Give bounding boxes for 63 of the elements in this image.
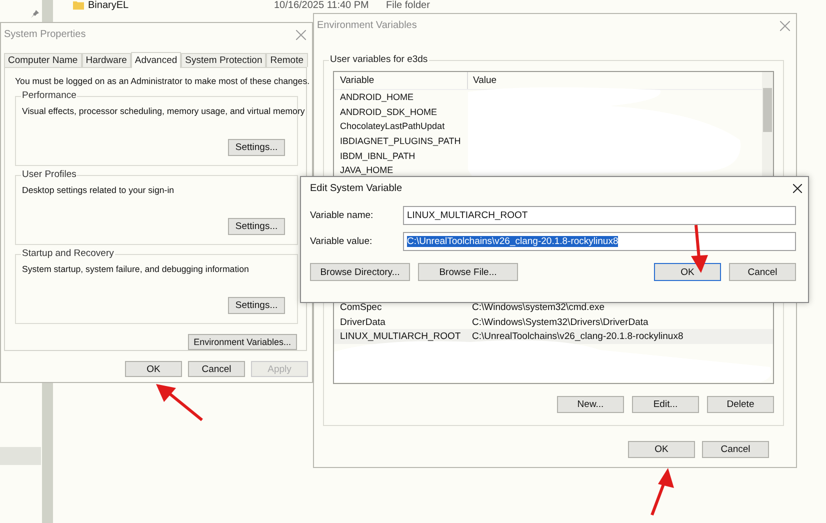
field-label: Variable value: [310,236,374,247]
tab[interactable]: Advanced [130,52,182,68]
settings-button[interactable]: Settings... [228,296,285,314]
field-value: LINUX_MULTIARCH_ROOT [407,210,528,221]
window-title: Environment Variables [317,20,417,31]
browse-button[interactable]: Browse File... [418,263,518,281]
dialog-button[interactable]: Cancel [702,441,769,458]
variable-value: C:\Windows\System32\Drivers\DriverData [471,316,648,328]
close-icon[interactable] [793,184,802,192]
field-value: C:\UnrealToolchains\v26_clang-20.1.8-rockylinux8 [407,236,618,247]
variable-name[interactable]: IBDM_IBNL_PATH [340,150,416,161]
variable-name: LINUX_MULTIARCH_ROOT [339,331,462,342]
notice-text: You must be logged on as an Administrator to make most of these changes. [15,76,310,86]
arrow [156,384,203,422]
file-date: 10/16/2025 11:40 PM [274,0,370,10]
group-title: Startup and Recovery [21,248,115,259]
settings-button[interactable]: Settings... [228,218,285,235]
variable-value: C:\Windows\system32\cmd.exe [471,302,605,313]
tab[interactable]: Computer Name [4,53,82,67]
group-title: Performance [21,90,78,101]
dialog-button[interactable]: OK [628,441,695,458]
file-name[interactable]: BinaryEL [88,0,274,10]
list-row[interactable]: DriverData C:\Windows\System32\Drivers\DriverData [334,314,773,330]
group-description: Visual effects, processor scheduling, memory usage, and virtual memory [22,106,305,116]
tab[interactable]: Remote [266,53,308,67]
dialog-button[interactable]: OK [125,361,182,377]
input-field[interactable]: C:\UnrealToolchains\v26_clang-20.1.8-rockylinux8 [403,232,796,251]
list-button[interactable]: Edit... [632,396,699,413]
list-button[interactable]: Delete [707,396,774,413]
window-title: Edit System Variable [310,182,402,194]
group-title: User variables for e3ds [329,54,429,65]
tab[interactable]: Hardware [82,53,131,67]
input-field[interactable]: LINUX_MULTIARCH_ROOT [403,206,796,225]
window-title: System Properties [4,29,86,40]
variable-value: C:\UnrealToolchains\v26_clang-20.1.8-rockylinux8 [471,331,684,342]
nav-item-highlight [0,447,41,465]
pin-icon [31,10,39,18]
list-button[interactable]: New... [557,396,624,413]
list-row[interactable]: ComSpec C:\Windows\system32\cmd.exe [334,300,773,315]
group-description: System startup, system failure, and debugging information [22,264,249,274]
field-label: Variable name: [310,210,374,221]
settings-button[interactable]: Settings... [228,138,285,156]
folder-icon [73,0,84,10]
variable-name[interactable]: ANDROID_SDK_HOME [340,106,438,117]
list-row[interactable]: LINUX_MULTIARCH_ROOT C:\UnrealToolchains\v26_clang-20.1.8-rockylinux8 [334,329,773,344]
variable-name[interactable]: ANDROID_HOME [340,92,414,102]
variable-name: DriverData [339,316,386,328]
dialog-button[interactable]: Cancel [729,263,796,281]
group-title: User Profiles [21,168,78,180]
column-header[interactable]: Value [468,72,497,89]
group-description: Desktop settings related to your sign-in [22,184,174,195]
tab[interactable]: System Protection [181,53,266,67]
dialog-button[interactable]: OK [654,263,721,281]
variable-name[interactable]: ChocolateyLastPathUpdat [340,121,445,132]
column-header[interactable]: Variable [334,72,468,89]
browse-button[interactable]: Browse Directory... [310,263,410,281]
arrow [650,468,674,516]
file-type: File folder [386,0,430,10]
variable-name: ComSpec [339,302,383,313]
dialog-button[interactable]: Cancel [188,361,245,377]
variable-name[interactable]: IBDIAGNET_PLUGINS_PATH [340,136,461,146]
environment-variables-button[interactable]: Environment Variables... [188,334,297,350]
variable-name[interactable]: JAVA_HOME [340,165,394,176]
